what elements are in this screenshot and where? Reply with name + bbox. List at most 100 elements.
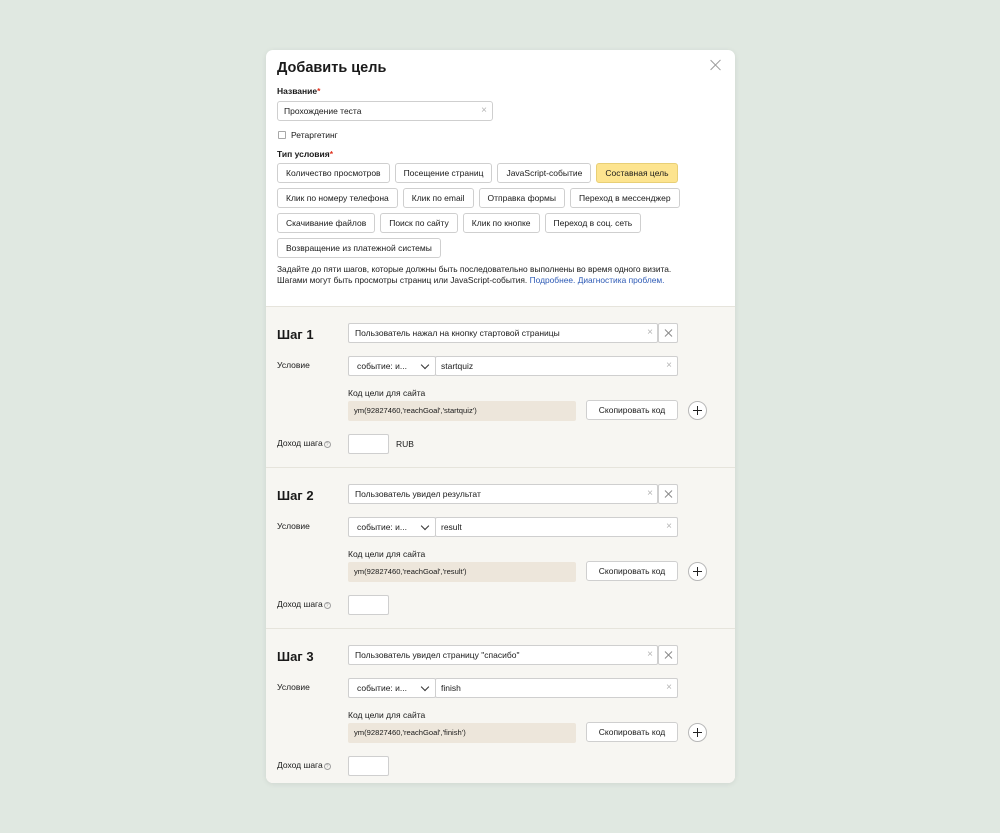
add-goal-dialog: Добавить цель Название* Прохождение тест… [266,50,735,783]
goal-name-input[interactable]: Прохождение теста × [277,101,493,121]
hint-line-2-row: Шагами могут быть просмотры страниц или … [277,275,724,286]
clear-icon[interactable]: × [481,102,487,120]
clear-icon[interactable]: × [647,324,653,342]
condition-type-chip[interactable]: Составная цель [596,163,678,183]
step-income-input[interactable] [348,595,389,615]
dialog-title: Добавить цель [277,60,387,76]
goal-code: ym(92827460,'reachGoal','startquiz') [348,401,576,421]
clear-icon[interactable]: × [666,679,672,697]
condition-type-chip[interactable]: Отправка формы [478,188,565,208]
step-title: Шаг 2 [277,488,314,503]
step-income-label: Доход шага? [277,760,331,770]
event-value: result [441,522,462,532]
step-name-input[interactable]: Пользователь увидел страницу "спасибо" × [348,645,658,665]
step-income-input[interactable] [348,434,389,454]
delete-step-button[interactable] [658,645,678,665]
condition-type-chip[interactable]: Переход в мессенджер [569,188,680,208]
more-link[interactable]: Подробнее. [530,275,576,285]
chevron-down-icon [420,360,430,370]
step-title: Шаг 1 [277,327,314,342]
step-name-value: Пользователь увидел результат [355,489,481,499]
currency-label: RUB [396,439,414,449]
info-icon[interactable]: ? [323,602,331,609]
steps-hint: Задайте до пяти шагов, которые должны бы… [277,264,724,286]
goal-code: ym(92827460,'reachGoal','finish') [348,723,576,743]
condition-type-chip[interactable]: Количество просмотров [277,163,390,183]
goal-step: Шаг 3 Пользователь увидел страницу "спаси… [266,628,735,783]
condition-type-chip[interactable]: Клик по кнопке [462,213,540,233]
condition-type-chip[interactable]: Возвращение из платежной системы [277,238,441,258]
goal-step: Шаг 2 Пользователь увидел результат × Услов… [266,467,735,628]
delete-step-button[interactable] [658,484,678,504]
step-name-value: Пользователь нажал на кнопку стартовой с… [355,328,560,338]
condition-type-chip[interactable]: JavaScript-событие [497,163,592,183]
step-name-value: Пользователь увидел страницу "спасибо" [355,650,520,660]
step-income-label-text: Доход шага [277,760,323,770]
step-income-input[interactable] [348,756,389,776]
delete-step-button[interactable] [658,323,678,343]
add-condition-icon[interactable] [688,562,707,581]
goal-code-label: Код цели для сайта [348,710,426,720]
goal-code-label: Код цели для сайта [348,549,426,559]
condition-label: Условие [277,360,310,370]
condition-type-label: Тип условия* [277,149,724,159]
condition-label: Условие [277,521,310,531]
condition-type-chip[interactable]: Поиск по сайту [380,213,458,233]
hint-line-1: Задайте до пяти шагов, которые должны бы… [277,264,672,274]
clear-icon[interactable]: × [666,357,672,375]
condition-label: Условие [277,682,310,692]
chevron-down-icon [420,682,430,692]
condition-type-select[interactable]: событие: и... [348,678,436,698]
step-income-label: Доход шага? [277,438,331,448]
diagnostics-link[interactable]: Диагностика проблем. [578,275,665,285]
step-name-input[interactable]: Пользователь увидел результат × [348,484,658,504]
copy-code-button[interactable]: Скопировать код [586,400,678,420]
condition-type-chip[interactable]: Посещение страниц [394,163,493,183]
info-icon[interactable]: ? [323,763,331,770]
condition-type-select[interactable]: событие: и... [348,356,436,376]
condition-type-value: событие: и... [357,522,407,532]
required-mark: * [317,86,321,96]
dialog-header-section: Добавить цель Название* Прохождение тест… [266,50,735,286]
event-input[interactable]: result × [435,517,678,537]
step-name-input[interactable]: Пользователь нажал на кнопку стартовой с… [348,323,658,343]
goal-code-label: Код цели для сайта [348,388,426,398]
condition-type-chip[interactable]: Переход в соц. сеть [544,213,642,233]
clear-icon[interactable]: × [666,518,672,536]
copy-code-button[interactable]: Скопировать код [586,561,678,581]
condition-type-chip[interactable]: Клик по email [402,188,474,208]
clear-icon[interactable]: × [647,485,653,503]
condition-type-chip[interactable]: Клик по номеру телефона [277,188,398,208]
condition-type-label-text: Тип условия [277,149,330,159]
step-title: Шаг 3 [277,649,314,664]
condition-type-select[interactable]: событие: и... [348,517,436,537]
info-icon[interactable]: ? [323,441,331,448]
step-income-label-text: Доход шага [277,599,323,609]
copy-code-button[interactable]: Скопировать код [586,722,678,742]
condition-type-chip[interactable]: Скачивание файлов [277,213,376,233]
hint-line-2: Шагами могут быть просмотры страниц или … [277,275,528,285]
event-value: startquiz [441,361,474,371]
goal-name-value: Прохождение теста [284,106,362,116]
close-icon[interactable] [709,58,723,72]
name-label-text: Название [277,86,318,96]
name-label: Название* [277,86,724,96]
retargeting-row[interactable]: Ретаргетинг [277,130,724,140]
required-mark: * [329,149,334,159]
event-input[interactable]: startquiz × [435,356,678,376]
goal-code: ym(92827460,'reachGoal','result') [348,562,576,582]
add-condition-icon[interactable] [688,723,707,742]
goal-step: Шаг 1 Пользователь нажал на кнопку старто… [266,306,735,467]
condition-type-list: Количество просмотров Посещение страниц Ja… [277,163,717,258]
condition-type-value: событие: и... [357,361,407,371]
add-condition-icon[interactable] [688,401,707,420]
step-income-label: Доход шага? [277,599,331,609]
clear-icon[interactable]: × [647,646,653,664]
retargeting-label: Ретаргетинг [291,130,338,140]
retargeting-checkbox[interactable] [278,131,286,139]
chevron-down-icon [420,521,430,531]
event-value: finish [441,683,461,693]
event-input[interactable]: finish × [435,678,678,698]
condition-type-value: событие: и... [357,683,407,693]
step-income-label-text: Доход шага [277,438,323,448]
